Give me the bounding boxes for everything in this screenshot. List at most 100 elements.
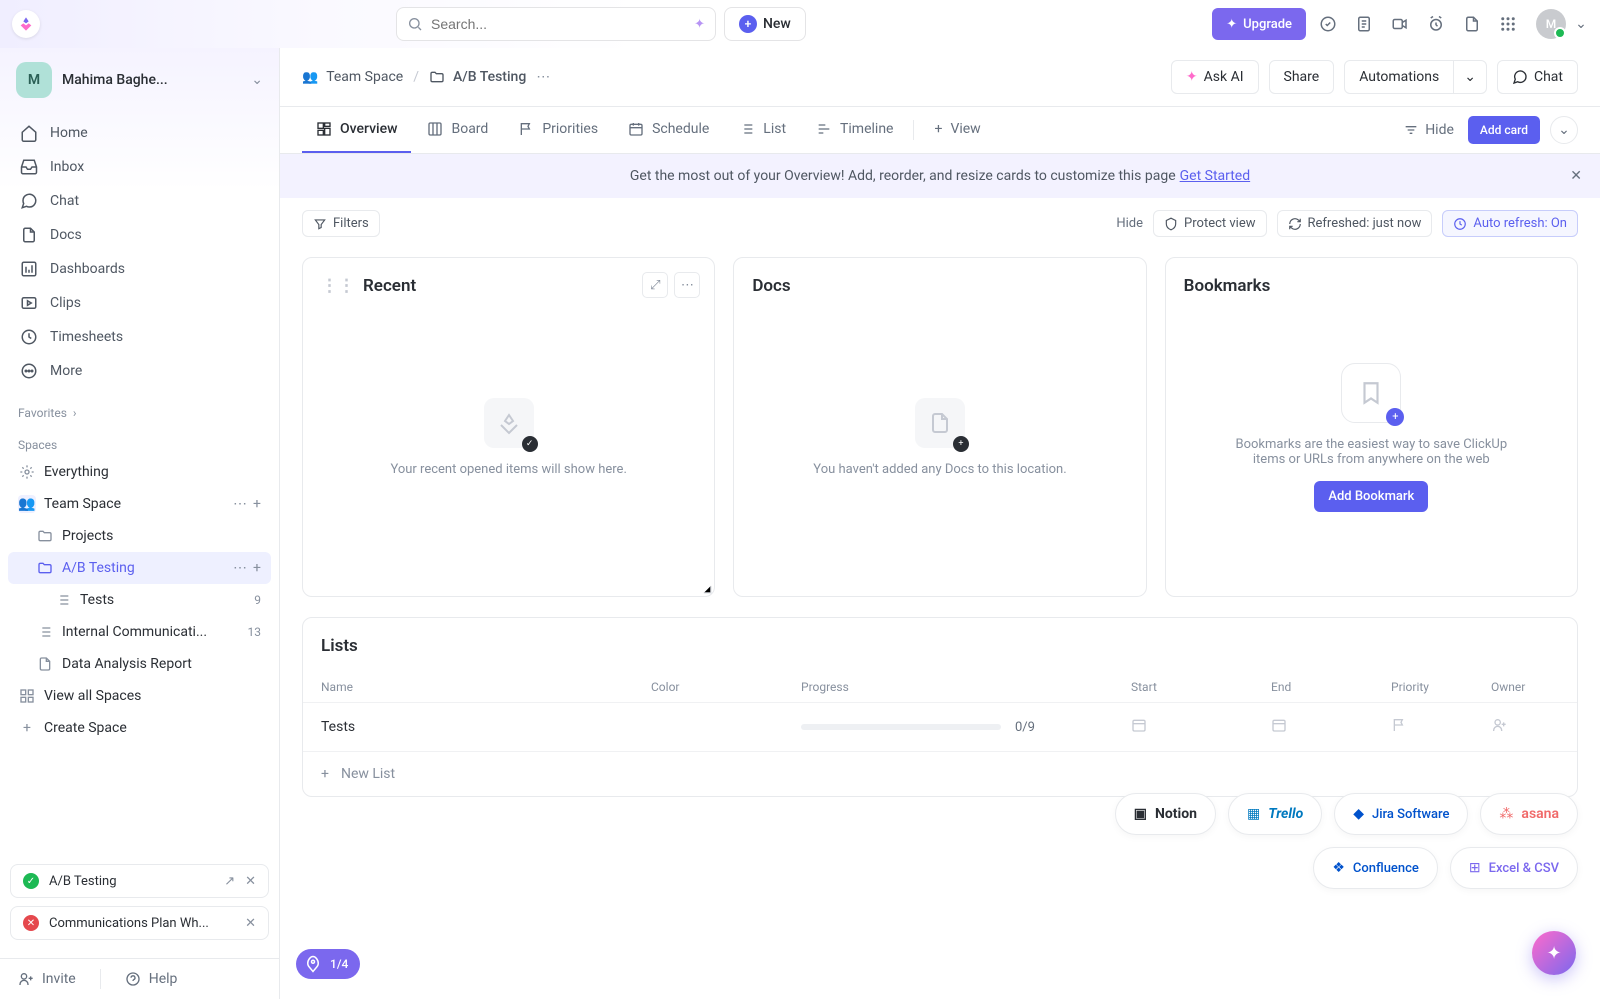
breadcrumb-more-icon[interactable]: ⋯ [536,69,550,85]
banner-get-started-link[interactable]: Get Started [1180,168,1251,184]
tree-team-space[interactable]: 👥Team Space⋯+ [8,488,271,520]
list-row-tests[interactable]: Tests 0/9 [303,703,1577,752]
expand-icon[interactable]: ⤢ [642,272,668,298]
integration-trello[interactable]: ▦Trello [1228,793,1322,835]
notepad-icon[interactable] [1350,10,1378,38]
tab-priorities[interactable]: Priorities [504,107,612,153]
record-icon[interactable] [1386,10,1414,38]
priority-cell[interactable] [1391,717,1491,737]
new-button[interactable]: + New [724,7,806,41]
filters-chip[interactable]: Filters [302,210,380,237]
integration-excel-csv[interactable]: ⊞Excel & CSV [1450,847,1578,889]
bottom-card-ab-testing[interactable]: ✓A/B Testing↗✕ [10,864,269,898]
tab-timeline[interactable]: Timeline [802,107,907,153]
protect-view-chip[interactable]: Protect view [1153,210,1266,237]
refreshed-chip[interactable]: Refreshed: just now [1277,210,1433,237]
end-date-cell[interactable] [1271,717,1391,737]
ai-sparkle-icon: ✦ [1186,69,1198,85]
close-icon[interactable]: ✕ [245,916,256,931]
help-button[interactable]: Help [125,971,178,987]
integration-notion[interactable]: ▣Notion [1115,793,1216,835]
nav-timesheets[interactable]: Timesheets [8,320,271,354]
app-logo[interactable] [12,10,40,38]
workspace-name: Mahima Baghe... [62,72,241,88]
doc-new-icon[interactable] [1458,10,1486,38]
drag-handle-icon[interactable]: ⋮⋮ [321,276,355,296]
user-avatar[interactable]: M [1536,9,1566,39]
tree-projects[interactable]: Projects [8,520,271,552]
add-bookmark-button[interactable]: Add Bookmark [1314,481,1428,512]
automations-dropdown[interactable]: ⌄ [1453,60,1487,94]
start-date-cell[interactable] [1131,717,1271,737]
nav-more[interactable]: More [8,354,271,388]
tree-ab-testing[interactable]: A/B Testing⋯+ [8,552,271,584]
reminder-icon[interactable] [1422,10,1450,38]
chat-button[interactable]: Chat [1497,60,1578,94]
tab-schedule[interactable]: Schedule [614,107,723,153]
onboarding-progress-pill[interactable]: 1/4 [296,949,360,979]
banner-close-icon[interactable]: ✕ [1570,168,1582,184]
nav-docs[interactable]: Docs [8,218,271,252]
rocket-icon [304,955,322,973]
more-icon[interactable]: ⋯ [674,272,700,298]
sparkle-icon: ✦ [1546,943,1561,964]
chevron-down-icon[interactable]: ⌄ [1574,10,1588,38]
add-card-button[interactable]: Add card [1468,116,1540,144]
auto-refresh-chip[interactable]: Auto refresh: On [1442,210,1578,237]
sidebar: M Mahima Baghe... ⌄ Home Inbox Chat Docs… [0,48,280,999]
invite-button[interactable]: Invite [18,971,76,987]
nav-chat[interactable]: Chat [8,184,271,218]
top-bar: ✦ + New ✦ Upgrade M ⌄ [0,0,1600,48]
automations-button[interactable]: Automations [1344,60,1454,94]
integration-asana[interactable]: ⁂asana [1480,793,1578,835]
search-input[interactable] [431,16,686,32]
integration-confluence[interactable]: ❖Confluence [1313,847,1438,889]
share-button[interactable]: Share [1269,60,1335,94]
tree-view-all-spaces[interactable]: View all Spaces [8,680,271,712]
spaces-header[interactable]: Spaces [0,424,279,456]
tree-everything[interactable]: Everything [8,456,271,488]
toolbar-hide[interactable]: Hide [1116,216,1143,231]
close-icon[interactable]: ✕ [245,874,256,889]
upgrade-label: Upgrade [1243,17,1292,32]
bottom-card-communications[interactable]: ✕Communications Plan Wh...✕ [10,906,269,940]
add-card-dropdown[interactable]: ⌄ [1550,116,1578,144]
tree-internal-comm[interactable]: Internal Communicati...13 [8,616,271,648]
search-icon [407,16,423,32]
open-icon[interactable]: ↗ [224,874,235,889]
tree-tests[interactable]: Tests9 [8,584,271,616]
nav-home[interactable]: Home [8,116,271,150]
lists-header-row: Name Color Progress Start End Priority O… [303,672,1577,703]
more-icon[interactable]: ⋯ [233,560,247,576]
hide-views-button[interactable]: Hide [1403,122,1454,138]
apps-grid-icon[interactable] [1494,10,1522,38]
ai-fab[interactable]: ✦ [1532,931,1576,975]
global-search[interactable]: ✦ [396,7,716,41]
tab-add-view[interactable]: +View [920,107,994,153]
new-button-label: New [763,16,791,32]
upgrade-button[interactable]: ✦ Upgrade [1212,8,1306,40]
task-check-icon[interactable] [1314,10,1342,38]
tab-list[interactable]: List [725,107,800,153]
favorites-header[interactable]: Favorites› [0,392,279,424]
ask-ai-button[interactable]: ✦Ask AI [1171,60,1259,94]
nav-inbox[interactable]: Inbox [8,150,271,184]
workspace-switcher[interactable]: M Mahima Baghe... ⌄ [0,48,279,112]
new-list-button[interactable]: +New List [303,752,1577,796]
integration-jira[interactable]: ◆Jira Software [1334,793,1468,835]
resize-handle-icon[interactable] [698,580,712,594]
tab-overview[interactable]: Overview [302,107,411,153]
tab-board[interactable]: Board [413,107,502,153]
nav-dashboards[interactable]: Dashboards [8,252,271,286]
tree-create-space[interactable]: +Create Space [8,712,271,744]
docs-empty-icon: + [915,398,965,448]
tree-data-report[interactable]: Data Analysis Report [8,648,271,680]
nav-clips[interactable]: Clips [8,286,271,320]
plus-icon[interactable]: + [253,560,261,576]
plus-icon[interactable]: + [253,496,261,512]
breadcrumb-folder[interactable]: A/B Testing [429,69,526,85]
confluence-icon: ❖ [1332,860,1345,876]
breadcrumb-space[interactable]: 👥Team Space [302,69,403,85]
more-icon[interactable]: ⋯ [233,496,247,512]
owner-cell[interactable] [1491,717,1559,737]
